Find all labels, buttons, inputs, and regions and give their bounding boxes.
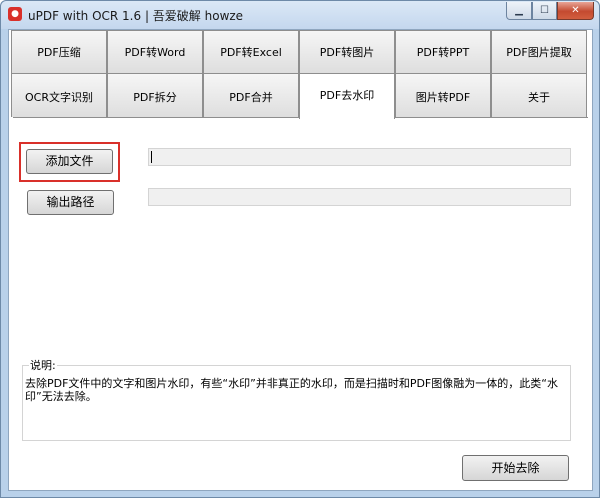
tab-label: PDF拆分: [133, 91, 177, 104]
tab-pdf-to-word[interactable]: PDF转Word: [107, 30, 203, 73]
description-text: 去除PDF文件中的文字和图片水印，有些“水印”并非真正的水印，而是扫描时和PDF…: [25, 377, 558, 403]
client-area: PDF压缩 PDF转Word PDF转Excel PDF转图片 PDF转PPT …: [8, 29, 593, 491]
tab-label: 图片转PDF: [415, 91, 471, 104]
tab-label: PDF图片提取: [506, 46, 572, 59]
tab-ocr[interactable]: OCR文字识别: [11, 73, 107, 117]
tab-label: OCR文字识别: [25, 91, 93, 104]
close-button[interactable]: ✕: [557, 2, 594, 20]
add-file-button[interactable]: 添加文件: [26, 149, 113, 174]
minimize-button[interactable]: ▁: [506, 2, 532, 20]
title-bar[interactable]: ● uPDF with OCR 1.6 | 吾爱破解 howze ▁ ☐ ✕: [1, 1, 599, 29]
start-remove-button[interactable]: 开始去除: [462, 455, 569, 481]
tab-label: 关于: [528, 91, 550, 104]
window-title: uPDF with OCR 1.6 | 吾爱破解 howze: [28, 9, 244, 23]
tab-pdf-split[interactable]: PDF拆分: [107, 73, 203, 117]
text-caret: [151, 151, 152, 163]
tab-label: PDF转PPT: [416, 46, 470, 59]
tab-pdf-to-image[interactable]: PDF转图片: [299, 30, 395, 73]
tab-label: PDF转Word: [124, 46, 186, 59]
app-window: ● uPDF with OCR 1.6 | 吾爱破解 howze ▁ ☐ ✕ P…: [0, 0, 600, 498]
tab-pdf-to-ppt[interactable]: PDF转PPT: [395, 30, 491, 73]
tab-pdf-remove-watermark[interactable]: PDF去水印: [299, 73, 395, 119]
tab-label: PDF转Excel: [220, 46, 282, 59]
output-path-button[interactable]: 输出路径: [27, 190, 114, 215]
tab-about[interactable]: 关于: [491, 73, 587, 117]
tab-label: PDF转图片: [319, 46, 375, 59]
tab-label: PDF合并: [229, 91, 273, 104]
tab-label: PDF压缩: [37, 46, 81, 59]
maximize-button[interactable]: ☐: [532, 2, 557, 20]
tab-pdf-compress[interactable]: PDF压缩: [11, 30, 107, 73]
tab-pdf-merge[interactable]: PDF合并: [203, 73, 299, 117]
output-path-field[interactable]: [148, 188, 571, 206]
pdf-app-icon[interactable]: ●: [8, 7, 22, 21]
tab-label: PDF去水印: [319, 89, 375, 102]
description-title: 说明:: [29, 357, 57, 373]
tab-pdf-to-excel[interactable]: PDF转Excel: [203, 30, 299, 73]
tab-pdf-image-extract[interactable]: PDF图片提取: [491, 30, 587, 73]
tab-image-to-pdf[interactable]: 图片转PDF: [395, 73, 491, 117]
file-path-field[interactable]: [148, 148, 571, 166]
